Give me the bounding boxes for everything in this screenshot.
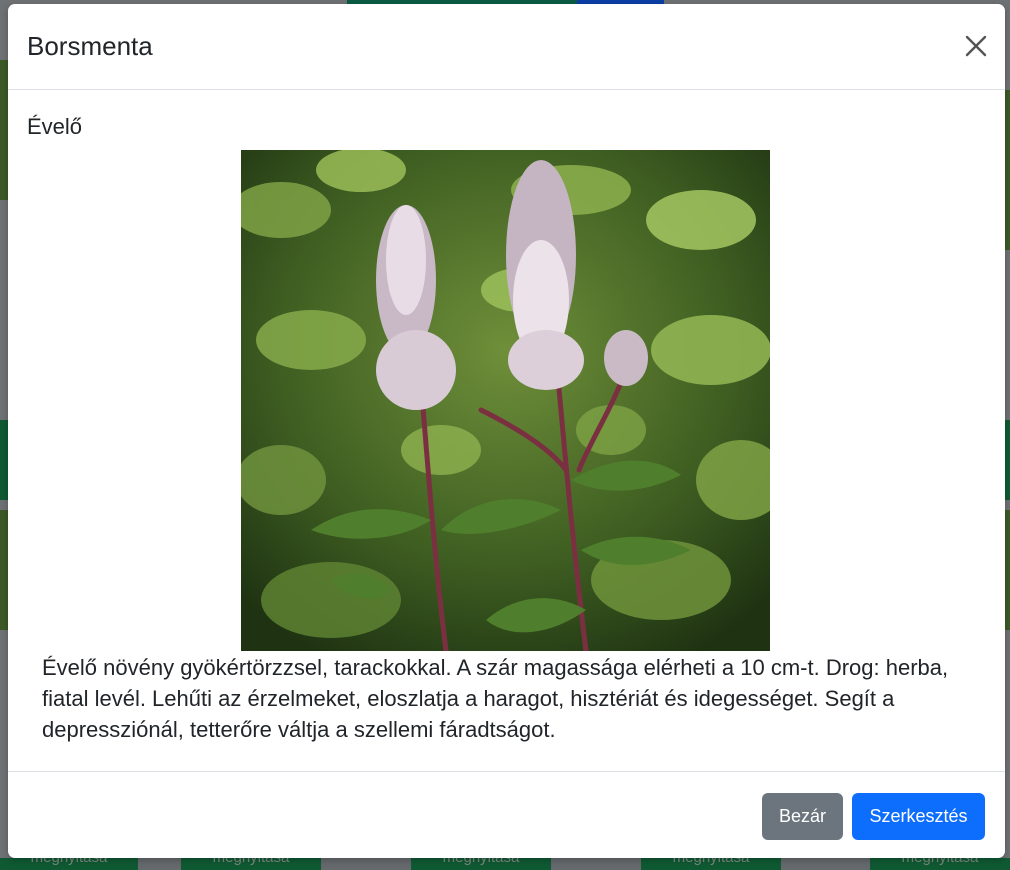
plant-description: Évelő növény gyökértörzzsel, tarackokkal… [42, 655, 949, 742]
close-icon[interactable] [965, 35, 987, 57]
background-card-image [0, 60, 8, 200]
background-card-footer [0, 420, 8, 500]
edit-button[interactable]: Szerkesztés [852, 793, 985, 840]
background-open-button: megnyitása [181, 858, 321, 870]
background-open-button: megnyitása [411, 858, 551, 870]
modal-title: Borsmenta [27, 31, 153, 61]
background-open-button: megnyitása [0, 858, 138, 870]
modal-header: Borsmenta [8, 4, 1005, 90]
plant-detail-modal: Borsmenta Évelő Évelő növény gyökértörzz… [8, 4, 1005, 858]
background-open-button: megnyitása [641, 858, 781, 870]
background-card-image [0, 510, 8, 630]
close-button[interactable]: Bezár [762, 793, 843, 840]
plant-category: Évelő [27, 114, 83, 139]
background-open-button: megnyitása [870, 858, 1010, 870]
modal-footer: Bezár Szerkesztés [8, 771, 1005, 858]
plant-image [241, 150, 770, 651]
modal-body: Évelő Évelő növény gyökértörzzsel, tarac… [8, 90, 1005, 771]
